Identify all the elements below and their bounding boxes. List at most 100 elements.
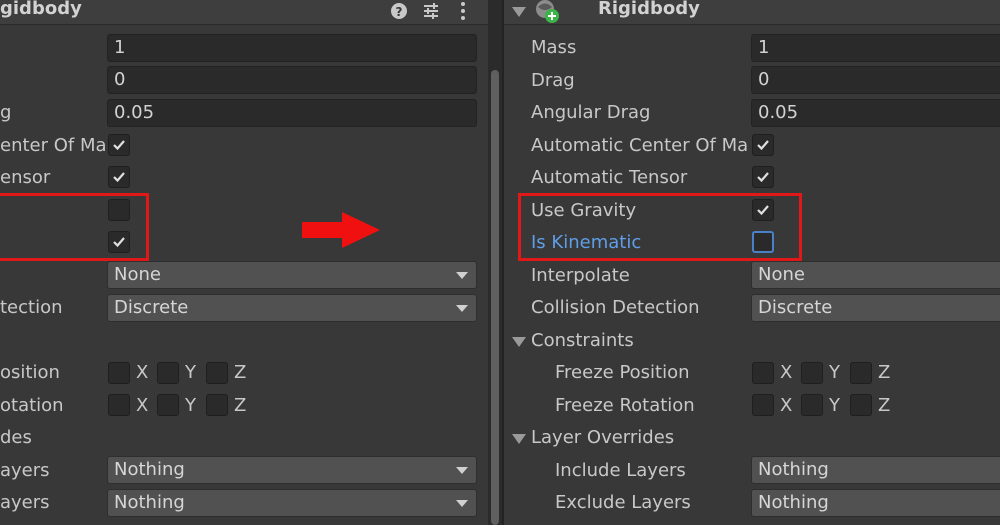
label-freeze-position: Freeze Position [555, 362, 690, 383]
right-highlight-box [518, 193, 802, 261]
label-interpolate: Interpolate [531, 265, 630, 286]
left-drag-value: 0 [114, 69, 126, 90]
dropdown-arrow-icon [456, 305, 468, 312]
collision-detection-value: Discrete [758, 297, 833, 318]
label-include-layers: Include Layers [555, 460, 686, 481]
more-options-icon[interactable] [452, 0, 474, 22]
svg-text:?: ? [396, 5, 403, 19]
freeze-rot-y-checkbox[interactable] [801, 394, 823, 416]
angular-drag-value: 0.05 [758, 102, 799, 123]
right-header-title: Rigidbody [598, 0, 700, 19]
label-constraints[interactable]: Constraints [531, 329, 634, 353]
left-angular-drag-value: 0.05 [114, 102, 155, 123]
label-automatic-tensor: Automatic Tensor [531, 167, 688, 188]
label-layer-overrides[interactable]: Layer Overrides [531, 426, 674, 450]
left-auto-tensor-checkbox[interactable] [108, 166, 130, 188]
left-scrollbar[interactable] [488, 0, 502, 525]
axis-z-label: Z [878, 362, 891, 383]
left-label-exclude-layers: ayers [0, 492, 50, 513]
mass-value: 1 [758, 37, 770, 58]
left-mass-value: 1 [114, 37, 126, 58]
left-exclude-layers-value: Nothing [114, 492, 185, 513]
left-auto-center-checkbox[interactable] [108, 134, 130, 156]
axis-y-label: Y [829, 362, 840, 383]
help-icon[interactable]: ? [388, 0, 410, 22]
drag-field[interactable]: 0 [751, 66, 1000, 94]
dropdown-arrow-icon [456, 272, 468, 279]
left-interpolate-dropdown[interactable]: None [107, 261, 477, 289]
left-interpolate-value: None [114, 264, 161, 285]
include-layers-value: Nothing [758, 459, 829, 480]
freeze-pos-z-checkbox[interactable] [850, 362, 872, 384]
angular-drag-field[interactable]: 0.05 [751, 99, 1000, 127]
label-automatic-center-of-mass: Automatic Center Of Ma [531, 135, 749, 156]
left-label-auto-tensor: ensor [0, 167, 51, 188]
constraints-foldout-icon[interactable] [512, 337, 526, 347]
include-layers-dropdown[interactable]: Nothing [751, 456, 1000, 484]
exclude-layers-value: Nothing [758, 492, 829, 513]
right-inspector-panel: Rigidbody Mass Drag Angular Drag Automat… [504, 0, 1000, 525]
label-exclude-layers: Exclude Layers [555, 492, 691, 513]
scrollbar-thumb[interactable] [491, 70, 499, 525]
label-mass: Mass [531, 37, 577, 58]
axis-x-label: X [780, 362, 793, 383]
axis-x-label: X [136, 362, 149, 383]
left-inspector-panel: gidbody ? g enter Of Ma ensor tection os… [0, 0, 488, 525]
label-freeze-rotation: Freeze Rotation [555, 395, 695, 416]
left-freeze-pos-z-checkbox[interactable] [206, 362, 228, 384]
axis-y-label: Y [829, 395, 840, 416]
right-component-header: Rigidbody [504, 0, 1000, 25]
drag-value: 0 [758, 69, 770, 90]
collision-detection-dropdown[interactable]: Discrete [751, 294, 1000, 322]
left-exclude-layers-dropdown[interactable]: Nothing [107, 489, 477, 517]
axis-y-label: Y [185, 395, 196, 416]
left-freeze-pos-y-checkbox[interactable] [157, 362, 179, 384]
left-include-layers-dropdown[interactable]: Nothing [107, 456, 477, 484]
axis-z-label: Z [878, 395, 891, 416]
left-freeze-rot-y-checkbox[interactable] [157, 394, 179, 416]
left-freeze-rot-z-checkbox[interactable] [206, 394, 228, 416]
left-freeze-pos-x-checkbox[interactable] [108, 362, 130, 384]
left-angular-drag-field[interactable]: 0.05 [107, 99, 477, 127]
left-label-auto-center: enter Of Ma [0, 135, 107, 156]
left-label-layer-overrides: des [0, 427, 32, 448]
axis-x-label: X [780, 395, 793, 416]
rigidbody-component-icon [534, 0, 560, 24]
interpolate-dropdown[interactable]: None [751, 261, 1000, 289]
auto-tensor-checkbox[interactable] [752, 166, 774, 188]
auto-center-checkbox[interactable] [752, 134, 774, 156]
left-label-collision: tection [0, 297, 63, 318]
layer-overrides-foldout-icon[interactable] [512, 434, 526, 444]
collapse-arrow-icon[interactable] [512, 7, 526, 17]
mass-field[interactable]: 1 [751, 34, 1000, 62]
left-label-freeze-rotation: otation [0, 395, 64, 416]
freeze-pos-x-checkbox[interactable] [752, 362, 774, 384]
left-mass-field[interactable]: 1 [107, 34, 477, 62]
left-label-freeze-position: osition [0, 362, 60, 383]
axis-x-label: X [136, 395, 149, 416]
left-collision-dropdown[interactable]: Discrete [107, 294, 477, 322]
right-arrow-annotation [302, 212, 380, 248]
dropdown-arrow-icon [456, 500, 468, 507]
left-label-angular-drag: g [0, 102, 12, 123]
left-collision-value: Discrete [114, 297, 189, 318]
freeze-rot-x-checkbox[interactable] [752, 394, 774, 416]
left-freeze-rot-x-checkbox[interactable] [108, 394, 130, 416]
label-collision-detection: Collision Detection [531, 297, 700, 318]
exclude-layers-dropdown[interactable]: Nothing [751, 489, 1000, 517]
left-drag-field[interactable]: 0 [107, 66, 477, 94]
label-angular-drag: Angular Drag [531, 102, 651, 123]
left-highlight-box [0, 193, 149, 261]
left-header-title: gidbody [0, 0, 82, 19]
presets-icon[interactable] [420, 0, 442, 22]
left-include-layers-value: Nothing [114, 459, 185, 480]
interpolate-value: None [758, 264, 805, 285]
freeze-pos-y-checkbox[interactable] [801, 362, 823, 384]
left-label-include-layers: ayers [0, 460, 50, 481]
axis-y-label: Y [185, 362, 196, 383]
freeze-rot-z-checkbox[interactable] [850, 394, 872, 416]
label-drag: Drag [531, 70, 575, 91]
axis-z-label: Z [234, 395, 247, 416]
left-component-header: gidbody ? [0, 0, 488, 25]
axis-z-label: Z [234, 362, 247, 383]
